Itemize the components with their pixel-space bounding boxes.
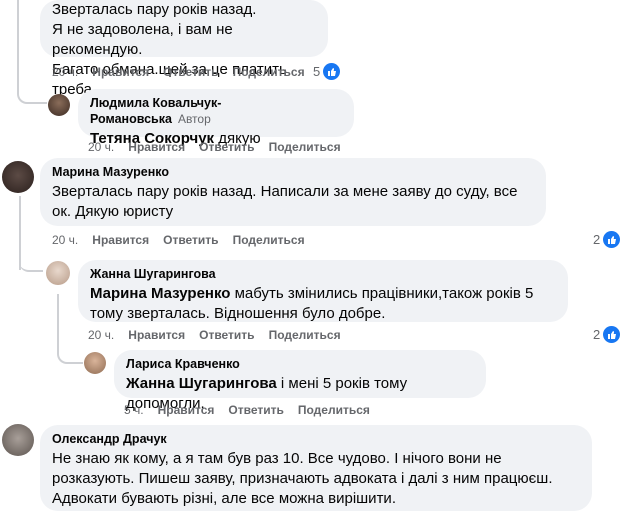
comment-bubble: Марина Мазуренко Зверталась пару років н… bbox=[40, 158, 546, 226]
share-link[interactable]: Поделиться bbox=[269, 328, 341, 342]
reply-link[interactable]: Ответить bbox=[199, 328, 254, 342]
reply-link[interactable]: Ответить bbox=[228, 403, 283, 417]
like-link[interactable]: Нравится bbox=[128, 140, 185, 154]
reaction-count[interactable]: 5 bbox=[313, 63, 341, 80]
comment-bubble: Зверталась пару років назад. Я не задово… bbox=[40, 0, 328, 98]
comment-meta: 20 ч. Нравится Ответить Поделиться bbox=[52, 65, 319, 79]
comment-meta: 5 ч. Нравится Ответить Поделиться bbox=[124, 403, 384, 417]
timestamp: 20 ч. bbox=[52, 233, 79, 247]
timestamp: 5 ч. bbox=[124, 403, 144, 417]
avatar[interactable] bbox=[46, 261, 70, 285]
avatar[interactable] bbox=[2, 424, 34, 456]
author-name[interactable]: Жанна Шугарингова bbox=[90, 266, 556, 282]
comment-bubble: Лариса Кравченко Жанна Шугарингова і мен… bbox=[114, 350, 486, 412]
share-link[interactable]: Поделиться bbox=[233, 65, 305, 79]
comment-text: Не знаю як кому, а я там був раз 10. Все… bbox=[52, 450, 553, 507]
reaction-count[interactable]: 2 bbox=[593, 231, 621, 248]
share-link[interactable]: Поделиться bbox=[233, 233, 305, 247]
avatar[interactable] bbox=[48, 94, 70, 116]
share-link[interactable]: Поделиться bbox=[269, 140, 341, 154]
author-name[interactable]: Лариса Кравченко bbox=[126, 356, 474, 372]
mention[interactable]: Марина Мазуренко bbox=[90, 285, 230, 302]
like-icon bbox=[603, 231, 621, 248]
comment-bubble: Жанна Шугарингова Марина Мазуренко мабут… bbox=[78, 260, 568, 322]
timestamp: 20 ч. bbox=[88, 140, 115, 154]
avatar[interactable] bbox=[84, 352, 106, 374]
like-link[interactable]: Нравится bbox=[128, 328, 185, 342]
reply-link[interactable]: Ответить bbox=[199, 140, 254, 154]
like-icon bbox=[323, 63, 341, 80]
like-link[interactable]: Нравится bbox=[92, 233, 149, 247]
comment-bubble: Людмила Ковальчук-Романовська Автор Тетян… bbox=[78, 89, 354, 147]
comment-meta: 20 ч. Нравится Ответить Поделиться bbox=[88, 328, 355, 342]
like-link[interactable]: Нравится bbox=[158, 403, 215, 417]
mention[interactable]: Жанна Шугарингова bbox=[126, 375, 277, 392]
like-link[interactable]: Нравится bbox=[92, 65, 149, 79]
reply-link[interactable]: Ответить bbox=[163, 65, 218, 79]
author-name[interactable]: Марина Мазуренко bbox=[52, 164, 534, 180]
comment-meta: 20 ч. Нравится Ответить Поделиться bbox=[88, 140, 355, 154]
timestamp: 20 ч. bbox=[52, 65, 79, 79]
reaction-count[interactable]: 2 bbox=[593, 326, 621, 343]
comment-line: Я не задоволена, і вам не рекомендую. bbox=[52, 21, 233, 58]
author-badge: Автор bbox=[177, 112, 211, 126]
reaction-number: 5 bbox=[313, 64, 321, 79]
comment-text: Зверталась пару років назад. Написали за… bbox=[52, 183, 518, 220]
like-icon bbox=[603, 326, 621, 343]
reply-link[interactable]: Ответить bbox=[163, 233, 218, 247]
reaction-number: 2 bbox=[593, 232, 601, 247]
author-name[interactable]: Олександр Драчук bbox=[52, 431, 580, 447]
comment-meta: 20 ч. Нравится Ответить Поделиться bbox=[52, 233, 319, 247]
comment-bubble: Олександр Драчук Не знаю як кому, а я та… bbox=[40, 425, 592, 511]
share-link[interactable]: Поделиться bbox=[298, 403, 370, 417]
avatar[interactable] bbox=[2, 161, 34, 193]
reaction-number: 2 bbox=[593, 327, 601, 342]
timestamp: 20 ч. bbox=[88, 328, 115, 342]
comment-line: Зверталась пару років назад. bbox=[52, 1, 257, 18]
